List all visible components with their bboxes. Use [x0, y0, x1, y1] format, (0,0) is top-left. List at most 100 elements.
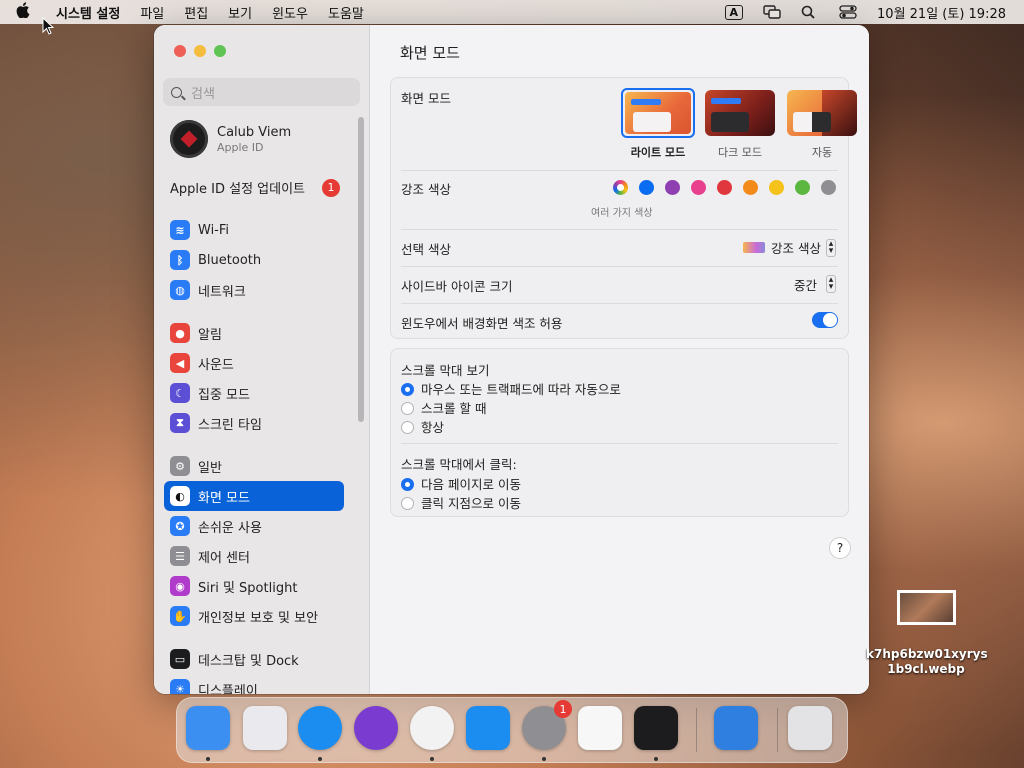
scroll-option-when-scrolling-label: 스크롤 할 때 — [421, 401, 487, 416]
accent-color-swatch[interactable] — [821, 180, 836, 195]
sidebar-item-notifications[interactable]: ● 알림 — [164, 318, 344, 348]
sidebar-item-general[interactable]: ⚙ 일반 — [164, 451, 344, 481]
wallpaper-tint-toggle[interactable] — [812, 312, 838, 328]
dock: 1 — [176, 697, 848, 763]
sidebar-item-wifi[interactable]: ≋ Wi-Fi — [164, 215, 344, 245]
launchpad-icon[interactable] — [243, 706, 287, 750]
light-mode-label: 라이트 모드 — [630, 146, 686, 159]
sidebar-item-siri[interactable]: ◉ Siri 및 Spotlight — [164, 571, 344, 601]
sidebar-item-desktop-dock[interactable]: ▭ 데스크탑 및 Dock — [164, 644, 344, 674]
menu-clock[interactable]: 10월 21일 (토) 19:28 — [877, 3, 1006, 22]
zoom-button[interactable] — [214, 45, 226, 57]
running-indicator — [318, 757, 322, 761]
sidebar-item-label: 알림 — [198, 327, 222, 343]
safari-icon[interactable] — [298, 706, 342, 750]
dark-thumb-window — [711, 112, 749, 132]
spotlight-search-icon[interactable] — [801, 5, 819, 19]
main-content: 화면 모드 화면 모드 라이트 모드 다크 모드 자동 강조 색상 여러 가지 … — [370, 25, 869, 694]
accent-color-swatch[interactable] — [665, 180, 680, 195]
sidebar-item-network[interactable]: ◍ 네트워크 — [164, 275, 344, 305]
scroll-option-when-scrolling[interactable]: 스크롤 할 때 — [401, 398, 838, 417]
scroll-option-auto-label: 마우스 또는 트랙패드에 따라 자동으로 — [421, 382, 621, 397]
sidebar-item-label: Siri 및 Spotlight — [198, 580, 298, 596]
running-indicator — [654, 757, 658, 761]
apple-menu-icon[interactable] — [16, 2, 38, 22]
sidebar-item-privacy[interactable]: ✋ 개인정보 보호 및 보안 — [164, 601, 344, 631]
sidebar-item-sound[interactable]: ◀ 사운드 — [164, 348, 344, 378]
sidebar-item-label: Bluetooth — [198, 252, 262, 268]
sidebar-item-label: 개인정보 보호 및 보안 — [198, 610, 319, 626]
highlight-value: 강조 색상 — [771, 241, 821, 256]
system-settings-icon[interactable]: 1 — [522, 700, 572, 750]
general-icon: ⚙ — [170, 456, 190, 476]
auto-thumb-window — [793, 112, 831, 132]
sidebar-item-screen-time[interactable]: ⧗ 스크린 타임 — [164, 408, 344, 438]
menu-app-name[interactable]: 시스템 설정 — [56, 3, 120, 22]
accent-color-swatch[interactable] — [639, 180, 654, 195]
minimize-button[interactable] — [194, 45, 206, 57]
textedit-icon[interactable] — [578, 706, 622, 750]
trash-icon[interactable] — [788, 706, 832, 750]
desktop-file-thumbnail[interactable] — [897, 590, 956, 625]
accent-color-swatch[interactable] — [795, 180, 810, 195]
divider — [401, 170, 838, 171]
highlight-select[interactable]: 강조 색상 ▴ ▾ — [743, 238, 836, 257]
sidebar-item-focus[interactable]: ☾ 집중 모드 — [164, 378, 344, 408]
running-indicator — [206, 757, 210, 761]
sidebar-item-accessibility[interactable]: ✪ 손쉬운 사용 — [164, 511, 344, 541]
help-button[interactable]: ? — [829, 537, 851, 559]
finder-icon[interactable] — [186, 706, 230, 750]
terminal-icon[interactable] — [634, 706, 678, 750]
sidebar-item-displays[interactable]: ☀ 디스플레이 — [164, 674, 344, 694]
menu-file[interactable]: 파일 — [140, 3, 164, 22]
accent-color-swatch[interactable] — [769, 180, 784, 195]
scrollbars-card: 스크롤 막대 보기 마우스 또는 트랙패드에 따라 자동으로 스크롤 할 때 항… — [390, 348, 849, 517]
radio — [401, 497, 414, 510]
chrome-icon[interactable] — [410, 706, 454, 750]
light-thumb-window — [633, 112, 671, 132]
search-field[interactable]: 검색 — [163, 78, 360, 106]
desktop-file-name[interactable]: k7hp6bzw01xyrys 1b9cl.webp — [866, 647, 988, 677]
sidebar-item-bluetooth[interactable]: ᛒ Bluetooth — [164, 245, 344, 275]
sidebar-item-appearance[interactable]: ◐ 화면 모드 — [164, 481, 344, 511]
apple-id-account[interactable]: Calub Viem Apple ID — [170, 120, 291, 158]
sidebar-item-label: 집중 모드 — [198, 387, 250, 403]
dark-mode-option[interactable] — [705, 90, 775, 136]
accent-color-swatch[interactable] — [743, 180, 758, 195]
menu-help[interactable]: 도움말 — [328, 3, 364, 22]
menu-bar: 시스템 설정 파일 편집 보기 윈도우 도움말 A 10월 21일 (토) 19… — [0, 0, 1024, 24]
accent-multicolor-swatch[interactable] — [613, 180, 628, 195]
accent-color-swatch[interactable] — [691, 180, 706, 195]
scroll-option-auto[interactable]: 마우스 또는 트랙패드에 따라 자동으로 — [401, 379, 838, 398]
control-center-icon: ☰ — [170, 546, 190, 566]
menu-view[interactable]: 보기 — [228, 3, 252, 22]
control-center-icon[interactable] — [839, 5, 857, 19]
click-option-spot[interactable]: 클릭 지점으로 이동 — [401, 493, 838, 512]
auto-mode-option[interactable] — [787, 90, 857, 136]
sidebar-icon-size-value: 중간 — [794, 278, 818, 293]
menu-window[interactable]: 윈도우 — [272, 3, 308, 22]
click-option-next-page[interactable]: 다음 페이지로 이동 — [401, 474, 838, 493]
screen-mirroring-icon[interactable] — [763, 5, 781, 19]
accent-color-swatch[interactable] — [717, 180, 732, 195]
click-option-next-page-label: 다음 페이지로 이동 — [421, 477, 521, 492]
sidebar-scrollbar[interactable] — [358, 117, 364, 422]
radio-selected — [401, 478, 414, 491]
mouse-pointer-icon — [42, 17, 54, 35]
weather-icon[interactable] — [714, 706, 758, 750]
sidebar: 검색 Calub Viem Apple ID Apple ID 설정 업데이트 … — [154, 25, 370, 694]
user-subtitle: Apple ID — [217, 140, 264, 154]
close-button[interactable] — [174, 45, 186, 57]
sidebar-item-label: 사운드 — [198, 357, 234, 373]
menu-edit[interactable]: 편집 — [184, 3, 208, 22]
light-mode-option[interactable] — [621, 88, 695, 138]
app-store-icon[interactable] — [466, 706, 510, 750]
avatar — [170, 120, 208, 158]
input-source-icon[interactable]: A — [724, 4, 744, 20]
scroll-option-always[interactable]: 항상 — [401, 417, 838, 436]
sidebar-item-control-center[interactable]: ☰ 제어 센터 — [164, 541, 344, 571]
firefox-icon[interactable] — [354, 706, 398, 750]
siri-icon: ◉ — [170, 576, 190, 596]
sidebar-icon-size-select[interactable]: 중간 ▴ ▾ — [794, 275, 836, 294]
apple-id-update-item[interactable]: Apple ID 설정 업데이트 1 — [170, 178, 340, 197]
